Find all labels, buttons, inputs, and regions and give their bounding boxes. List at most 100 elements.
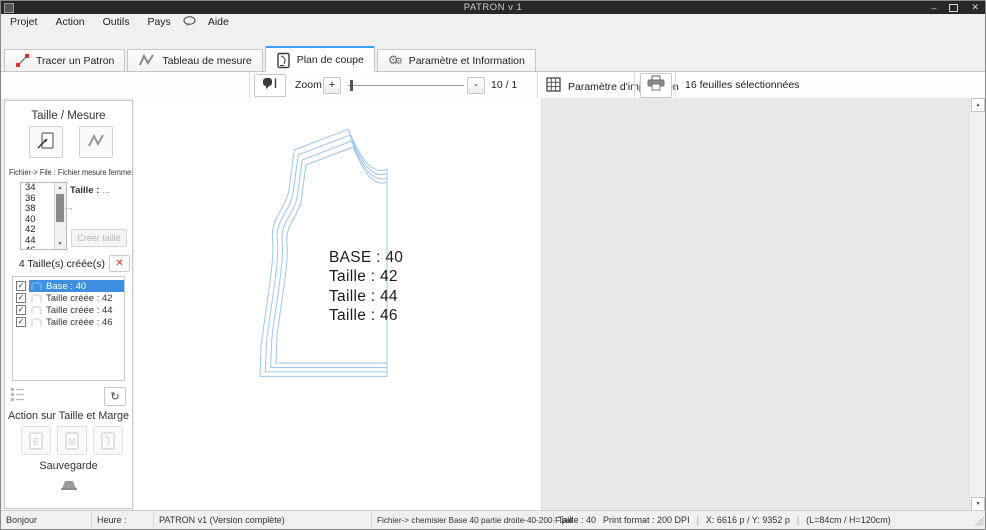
zigzag-measure-icon [138,54,156,67]
action-title: Action sur Taille et Marge [5,410,132,422]
status-time-label: Heure : [97,515,127,525]
measure-file-label: Fichier-> File : Fichier mesure femme: [9,168,133,177]
piece-icon [31,282,42,290]
vertical-scrollbar[interactable]: ▲ ▼ [969,98,985,511]
menu-pays[interactable]: Pays [138,14,179,29]
menu-aide[interactable]: Aide [199,14,238,29]
tab-plan-de-coupe[interactable]: Plan de coupe [265,46,375,72]
pattern-canvas[interactable]: BASE : 40 Taille : 42 Taille : 44 Taille… [134,98,541,511]
list-details-icon [11,393,26,404]
refresh-button[interactable]: ↻ [104,387,126,406]
size-option[interactable]: 42 [21,225,54,236]
tab-label: Tableau de mesure [162,55,251,67]
size-option[interactable]: 38 [21,204,54,215]
minimize-button[interactable]: – [931,3,936,13]
zoom-slider[interactable] [348,85,464,86]
measure-curve-button[interactable] [79,126,113,158]
pointer-mode-button[interactable] [254,74,286,97]
zoom-slider-handle[interactable] [350,80,353,91]
created-size-row[interactable]: ✓ Taille créée : 42 [13,292,124,304]
taille-dots: ... [65,201,73,212]
scroll-up-icon[interactable]: ▲ [971,98,985,112]
status-size: Taille : 40 [558,515,596,525]
created-size-label: Taille créée : 42 [46,293,113,304]
status-greeting: Bonjour [6,515,37,525]
size-list-scrollbar[interactable]: ▲ ▼ [54,183,66,249]
panel-title: Taille / Mesure [5,110,132,122]
size-labels: BASE : 40 Taille : 42 Taille : 44 Taille… [329,248,403,325]
status-version: PATRON v1 (Version complète) [159,515,285,525]
action-margin-button[interactable]: M [57,426,87,455]
created-size-row[interactable]: ✓ Taille créée : 46 [13,316,124,328]
checkbox-checked[interactable]: ✓ [16,293,26,303]
taille-label: Taille : [70,185,99,196]
status-dimensions: (L=84cm / H=120cm) [806,515,891,525]
piece-icon [31,306,42,314]
tab-label: Plan de coupe [297,54,364,66]
menu-projet[interactable]: Projet [1,14,46,29]
status-coordinates: X: 6616 p / Y: 9352 p [706,515,790,525]
cut-plan-icon [276,52,291,69]
delete-size-button[interactable]: ✕ [109,255,130,272]
tab-tableau-de-mesure[interactable]: Tableau de mesure [127,49,262,71]
scroll-down-icon[interactable]: ▼ [971,497,985,511]
print-button[interactable] [640,73,672,98]
menu-outils[interactable]: Outils [94,14,139,29]
status-details: Taille : 40 Print format : 200 DPI | X: … [558,515,891,525]
sheet-area [541,98,969,511]
close-button[interactable]: ✕ [971,2,979,13]
resize-grip-icon[interactable] [972,514,984,528]
create-size-button[interactable]: Créer taille [71,229,127,247]
created-size-label: Taille créée : 46 [46,317,113,328]
status-bar: Bonjour Heure : PATRON v1 (Version compl… [1,510,985,529]
size-option[interactable]: 46 [21,246,54,250]
status-print-format: Print format : 200 DPI [603,515,690,525]
save-title: Sauvegarde [5,460,132,472]
menu-bar: Projet Action Outils Pays Aide [1,14,985,29]
zoom-in-button[interactable]: + [323,77,341,94]
size-label: Taille : 44 [329,287,403,306]
main-area: Taille / Mesure Fichier-> File : Fichier… [1,98,985,511]
restore-button[interactable] [949,4,958,12]
size-listbox: 34 36 38 40 42 44 46 ▲ ▼ [20,182,67,250]
piece-icon [31,294,42,302]
scroll-down-icon[interactable]: ▼ [55,239,65,249]
toolbar-strip [1,29,985,46]
action-export-button[interactable]: E [21,426,51,455]
size-label: Taille : 46 [329,306,403,325]
title-bar: PATRON v 1 – ✕ [1,1,985,14]
gears-icon: ⚙⚙ [388,54,403,67]
piece-icon [31,318,42,326]
created-size-row[interactable]: ✓ Taille créée : 44 [13,304,124,316]
action-pattern-button[interactable] [93,426,123,455]
app-window: PATRON v 1 – ✕ Projet Action Outils Pays… [0,0,986,530]
tab-tracer-un-patron[interactable]: Tracer un Patron [4,49,125,71]
checkbox-checked[interactable]: ✓ [16,305,26,315]
taille-value: ... [102,185,110,196]
size-label: Taille : 42 [329,267,403,286]
sheets-selected-label: 16 feuilles sélectionnées [685,79,799,91]
load-measure-file-button[interactable] [29,126,63,158]
window-title: PATRON v 1 [1,2,985,13]
svg-text:E: E [33,436,39,446]
file-arrow-icon [36,131,56,154]
checkbox-checked[interactable]: ✓ [16,317,26,327]
tab-bar: Tracer un Patron Tableau de mesure Plan … [1,46,985,72]
size-option[interactable]: 34 [21,183,54,194]
base-size-label: BASE : 40 [329,248,403,267]
zoom-toolbar: Zoom + - 10 / 1 Paramètre d'impression 1… [1,72,985,99]
tab-parametre-et-information[interactable]: ⚙⚙ Paramètre et Information [377,49,536,71]
checkbox-checked[interactable]: ✓ [16,281,26,291]
zoom-value: 10 / 1 [491,79,517,91]
menu-action[interactable]: Action [46,14,93,29]
grid-icon [546,77,561,97]
scroll-thumb[interactable] [56,194,64,222]
printer-icon [646,75,666,96]
save-icon[interactable] [58,478,80,494]
created-size-label: Taille créée : 44 [46,305,113,316]
created-size-row[interactable]: ✓ Base : 40 [13,280,124,292]
scroll-up-icon[interactable]: ▲ [55,183,65,193]
speech-bubble-icon [180,16,199,27]
tab-label: Tracer un Patron [36,55,114,67]
zoom-out-button[interactable]: - [467,77,485,94]
